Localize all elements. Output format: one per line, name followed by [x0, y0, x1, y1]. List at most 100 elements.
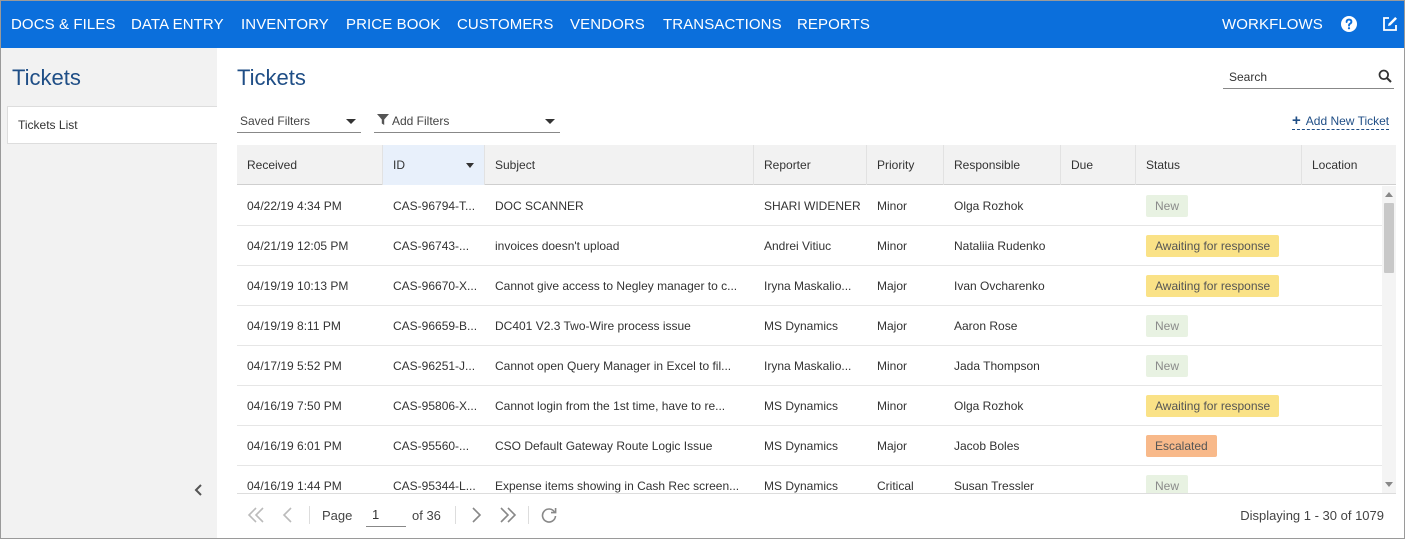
status-badge: New: [1146, 355, 1189, 377]
cell-reporter: Andrei Vitiuc: [764, 239, 832, 253]
table-row[interactable]: 04/16/19 6:01 PM CAS-95560-... CSO Default…: [237, 426, 1382, 466]
column-header-status[interactable]: Status: [1136, 145, 1302, 185]
cell-due: [1061, 426, 1136, 466]
cell-location: [1302, 426, 1382, 466]
scrollbar-thumb[interactable]: [1384, 203, 1394, 273]
scroll-up-icon[interactable]: [1385, 192, 1393, 197]
saved-filters-dropdown[interactable]: Saved Filters: [237, 111, 361, 133]
table-row[interactable]: 04/21/19 12:05 PM CAS-96743-... invoices d…: [237, 226, 1382, 266]
table-row[interactable]: 04/22/19 4:34 PM CAS-96794-T... DOC SCANNE…: [237, 186, 1382, 226]
cell-location: [1302, 346, 1382, 386]
status-badge: New: [1146, 315, 1189, 337]
page-number-input[interactable]: [366, 503, 406, 527]
cell-subject: invoices doesn't upload: [495, 239, 620, 253]
next-page-icon[interactable]: [466, 505, 486, 525]
sidebar-item-tickets-list[interactable]: Tickets List: [7, 106, 217, 144]
cell-priority: Minor: [877, 359, 908, 373]
cell-received: 04/16/19 7:50 PM: [247, 399, 342, 413]
column-header-location[interactable]: Location: [1302, 145, 1396, 185]
table-row[interactable]: 04/19/19 8:11 PM CAS-96659-B... DC401 V2.3…: [237, 306, 1382, 346]
cell-received: 04/19/19 10:13 PM: [247, 279, 349, 293]
column-header-received[interactable]: Received: [237, 145, 383, 185]
cell-status: New: [1136, 306, 1302, 346]
column-header-id[interactable]: ID: [383, 145, 485, 185]
page-title: Tickets: [237, 65, 306, 90]
cell-status: New: [1136, 346, 1302, 386]
table-row[interactable]: 04/17/19 5:52 PM CAS-96251-J... Cannot ope…: [237, 346, 1382, 386]
refresh-icon[interactable]: [539, 505, 559, 525]
cell-due: [1061, 306, 1136, 346]
column-header-priority[interactable]: Priority: [867, 145, 944, 185]
cell-priority: Critical: [877, 479, 914, 493]
cell-received: 04/16/19 6:01 PM: [247, 439, 342, 453]
add-new-ticket-button[interactable]: + Add New Ticket: [1292, 112, 1390, 130]
column-header-subject[interactable]: Subject: [485, 145, 754, 185]
pager-divider: [309, 506, 310, 524]
column-header-responsible[interactable]: Responsible: [944, 145, 1061, 185]
cell-subject: CSO Default Gateway Route Logic Issue: [495, 439, 713, 453]
nav-reports[interactable]: REPORTS: [797, 1, 870, 48]
nav-customers[interactable]: CUSTOMERS: [457, 1, 553, 48]
cell-id: CAS-96670-X...: [393, 279, 478, 293]
first-page-icon[interactable]: [246, 505, 266, 525]
search-icon[interactable]: [1378, 69, 1392, 83]
cell-priority: Major: [877, 319, 908, 333]
previous-page-icon[interactable]: [278, 505, 298, 525]
cell-subject: Cannot give access to Negley manager to …: [495, 279, 738, 293]
add-new-ticket-label: Add New Ticket: [1305, 114, 1390, 128]
cell-reporter: MS Dynamics: [764, 439, 839, 453]
cell-subject: Expense items showing in Cash Rec screen…: [495, 479, 740, 493]
column-header-due[interactable]: Due: [1061, 145, 1136, 185]
cell-id: CAS-96743-...: [393, 239, 470, 253]
vertical-scrollbar[interactable]: [1382, 186, 1396, 493]
cell-location: [1302, 266, 1382, 306]
search-box[interactable]: [1223, 67, 1394, 89]
cell-reporter: Iryna Maskalio...: [764, 279, 852, 293]
cell-reporter: SHARI WIDENER: [764, 199, 861, 213]
cell-responsible: Susan Tressler: [954, 479, 1035, 493]
app-window: DOCS & FILES DATA ENTRY INVENTORY PRICE …: [0, 0, 1405, 539]
cell-responsible: Ivan Ovcharenko: [954, 279, 1045, 293]
cell-priority: Major: [877, 439, 908, 453]
cell-responsible: Olga Rozhok: [954, 199, 1024, 213]
cell-status: New: [1136, 186, 1302, 226]
nav-workflows[interactable]: WORKFLOWS: [1222, 1, 1323, 48]
top-nav: DOCS & FILES DATA ENTRY INVENTORY PRICE …: [1, 1, 1404, 48]
cell-status: New: [1136, 466, 1302, 493]
add-filters-dropdown[interactable]: Add Filters: [374, 111, 560, 133]
table-row[interactable]: 04/16/19 1:44 PM CAS-95344-L... Expense it…: [237, 466, 1382, 493]
nav-price-book[interactable]: PRICE BOOK: [346, 1, 440, 48]
cell-id: CAS-96659-B...: [393, 319, 478, 333]
cell-id: CAS-95344-L...: [393, 479, 476, 493]
last-page-icon[interactable]: [498, 505, 518, 525]
cell-subject: DOC SCANNER: [495, 199, 584, 213]
nav-vendors[interactable]: VENDORS: [570, 1, 645, 48]
table-row[interactable]: 04/19/19 10:13 PM CAS-96670-X... Cannot gi…: [237, 266, 1382, 306]
cell-responsible: Olga Rozhok: [954, 399, 1024, 413]
saved-filters-label: Saved Filters: [240, 114, 311, 128]
nav-inventory[interactable]: INVENTORY: [241, 1, 329, 48]
cell-responsible: Jacob Boles: [954, 439, 1020, 453]
nav-docs-files[interactable]: DOCS & FILES: [11, 1, 116, 48]
nav-transactions[interactable]: TRANSACTIONS: [663, 1, 782, 48]
search-input[interactable]: [1223, 67, 1363, 87]
cell-status: Awaiting for response: [1136, 226, 1302, 266]
cell-location: [1302, 226, 1382, 266]
cell-status: Escalated: [1136, 426, 1302, 466]
collapse-sidebar-icon[interactable]: [191, 481, 207, 499]
nav-data-entry[interactable]: DATA ENTRY: [131, 1, 224, 48]
help-icon[interactable]: [1340, 15, 1358, 33]
table-row[interactable]: 04/16/19 7:50 PM CAS-95806-X... Cannot log…: [237, 386, 1382, 426]
pager-divider: [455, 506, 456, 524]
plus-icon: +: [1292, 112, 1301, 129]
column-header-reporter[interactable]: Reporter: [754, 145, 867, 185]
scroll-down-icon[interactable]: [1385, 482, 1393, 487]
cell-reporter: Iryna Maskalio...: [764, 359, 852, 373]
cell-due: [1061, 346, 1136, 386]
cell-subject: Cannot open Query Manager in Excel to fi…: [495, 359, 732, 373]
edit-icon[interactable]: [1381, 15, 1399, 33]
cell-responsible: Aaron Rose: [954, 319, 1018, 333]
cell-priority: Minor: [877, 239, 908, 253]
cell-id: CAS-96794-T...: [393, 199, 476, 213]
cell-status: Awaiting for response: [1136, 386, 1302, 426]
